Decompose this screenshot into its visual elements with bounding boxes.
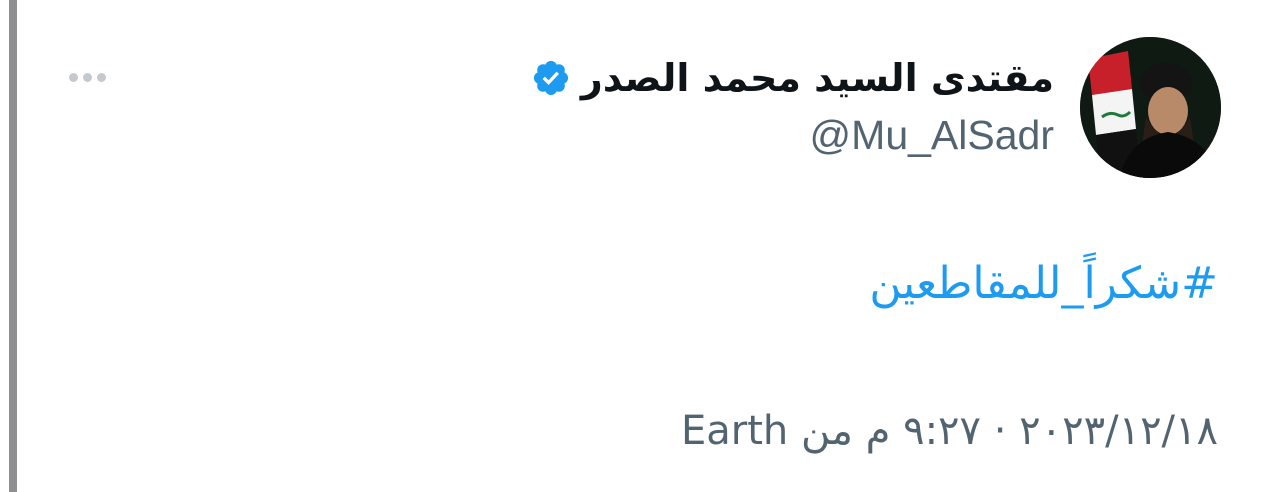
hashtag-link[interactable]: #شكراً_للمقاطعين xyxy=(869,258,1218,309)
quote-border xyxy=(9,0,17,492)
more-options-button[interactable] xyxy=(60,58,114,96)
via-prefix: من xyxy=(801,408,853,454)
more-dot xyxy=(68,72,78,82)
display-name[interactable]: مقتدى السيد محمد الصدر xyxy=(581,56,1054,100)
tweet-text: #شكراً_للمقاطعين xyxy=(869,258,1218,309)
tweet-timestamp[interactable]: ٢٠٢٣/١٢/١٨ · ٩:٢٧ م xyxy=(866,408,1218,454)
tweet-source: Earth xyxy=(681,408,789,454)
author-name-row: مقتدى السيد محمد الصدر xyxy=(531,50,1054,106)
tweet-meta: ٢٠٢٣/١٢/١٨ · ٩:٢٧ م من Earth xyxy=(681,408,1218,454)
profile-photo xyxy=(1080,37,1221,178)
verified-badge-icon xyxy=(533,60,568,96)
user-handle[interactable]: @Mu_AlSadr xyxy=(810,112,1054,159)
avatar[interactable] xyxy=(1080,37,1221,178)
more-dot xyxy=(96,72,106,82)
more-dot xyxy=(82,72,92,82)
